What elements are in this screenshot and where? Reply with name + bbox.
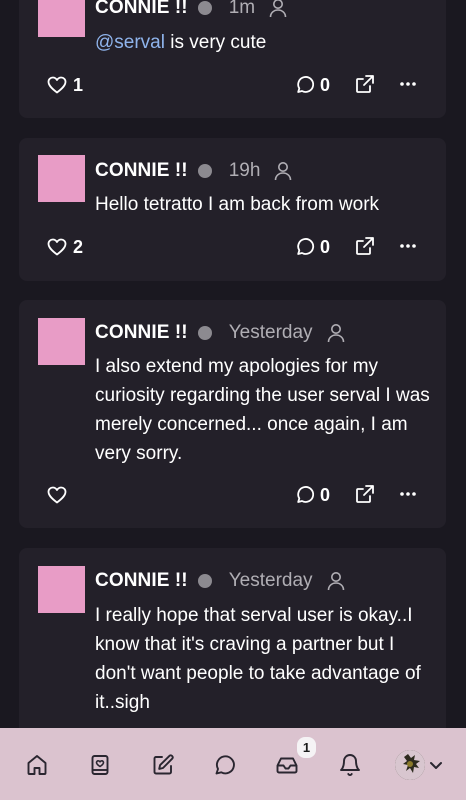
status-dot (197, 1, 212, 15)
user-icon (327, 571, 345, 591)
more-button[interactable] (399, 236, 417, 261)
more-button[interactable] (399, 484, 417, 509)
post-header: CONNIE !! 19h (95, 159, 292, 183)
post-time[interactable]: 19h (229, 160, 261, 182)
journal-button[interactable] (85, 750, 115, 780)
like-button[interactable]: 1 (47, 71, 83, 99)
inbox-badge: 1 (297, 737, 316, 758)
like-button[interactable]: 2 (47, 233, 83, 261)
reply-button[interactable]: 0 (295, 233, 330, 261)
profile-avatar[interactable] (395, 750, 425, 780)
chevron-down-icon (430, 762, 442, 769)
post-time[interactable]: Yesterday (229, 570, 313, 592)
book-icon (91, 755, 109, 775)
post-card[interactable]: CONNIE !! Yesterday I really hope that s… (19, 548, 446, 728)
share-button[interactable] (355, 484, 375, 509)
post-avatar[interactable] (38, 155, 85, 202)
external-link-icon (356, 237, 374, 255)
user-icon (327, 323, 345, 343)
comment-icon (297, 76, 315, 93)
bell-icon (340, 754, 360, 776)
home-button[interactable] (22, 750, 52, 780)
like-button[interactable] (47, 481, 73, 509)
post-body: I really hope that serval user is okay..… (95, 601, 435, 717)
share-button[interactable] (355, 74, 375, 99)
user-icon (269, 0, 287, 18)
post-avatar[interactable] (38, 0, 85, 37)
more-icon (400, 82, 416, 86)
reply-button[interactable]: 0 (295, 71, 330, 99)
post-text: I really hope that serval user is okay..… (95, 605, 421, 713)
home-icon (27, 755, 47, 775)
chat-icon (215, 755, 235, 775)
post-card[interactable]: CONNIE !! 1m @serval is very cute 1 0 (19, 0, 446, 118)
post-text: is very cute (164, 32, 267, 53)
post-body: Hello tetratto I am back from work (95, 190, 435, 219)
post-text: I also extend my apologies for my curios… (95, 356, 430, 464)
like-count: 1 (73, 74, 84, 95)
account-menu-toggle[interactable] (424, 750, 448, 780)
post-time[interactable]: 1m (229, 0, 255, 19)
inbox-icon (276, 757, 298, 774)
post-header: CONNIE !! Yesterday (95, 321, 345, 345)
more-button[interactable] (399, 74, 417, 99)
post-card[interactable]: CONNIE !! 19h Hello tetratto I am back f… (19, 138, 446, 281)
post-avatar[interactable] (38, 318, 85, 365)
heart-icon (47, 76, 67, 94)
post-author[interactable]: CONNIE !! (95, 0, 188, 19)
status-dot (197, 164, 212, 178)
post-card[interactable]: CONNIE !! Yesterday I also extend my apo… (19, 300, 446, 528)
comment-icon (297, 238, 315, 255)
post-actions: 2 0 (19, 233, 446, 261)
notifications-button[interactable] (335, 750, 365, 780)
post-actions: 1 0 (19, 71, 446, 99)
heart-icon (47, 486, 67, 504)
reply-count: 0 (320, 74, 331, 95)
post-author[interactable]: CONNIE !! (95, 322, 188, 344)
reply-count: 0 (320, 236, 331, 257)
compose-button[interactable] (148, 750, 178, 780)
user-icon (274, 161, 292, 181)
post-actions: 0 (19, 481, 446, 509)
status-dot (197, 326, 212, 340)
reply-count: 0 (320, 484, 331, 505)
post-avatar[interactable] (38, 566, 85, 613)
post-feed: CONNIE !! 1m @serval is very cute 1 0 CO… (0, 0, 466, 728)
post-body: @serval is very cute (95, 28, 435, 57)
post-header: CONNIE !! Yesterday (95, 569, 345, 593)
heart-icon (47, 238, 67, 256)
chats-button[interactable] (210, 750, 240, 780)
compose-icon (153, 754, 174, 775)
reply-button[interactable]: 0 (295, 481, 330, 509)
more-icon (400, 244, 416, 248)
mention-link[interactable]: @serval (95, 32, 165, 53)
post-body: I also extend my apologies for my curios… (95, 352, 435, 468)
status-dot (197, 574, 212, 588)
like-count: 2 (73, 236, 84, 257)
more-icon (400, 492, 416, 496)
external-link-icon (356, 75, 374, 93)
comment-icon (297, 486, 315, 503)
post-author[interactable]: CONNIE !! (95, 570, 188, 592)
post-text: Hello tetratto I am back from work (95, 194, 380, 215)
share-button[interactable] (355, 236, 375, 261)
post-time[interactable]: Yesterday (229, 322, 313, 344)
post-author[interactable]: CONNIE !! (95, 160, 188, 182)
post-header: CONNIE !! 1m (95, 0, 287, 20)
external-link-icon (356, 485, 374, 503)
